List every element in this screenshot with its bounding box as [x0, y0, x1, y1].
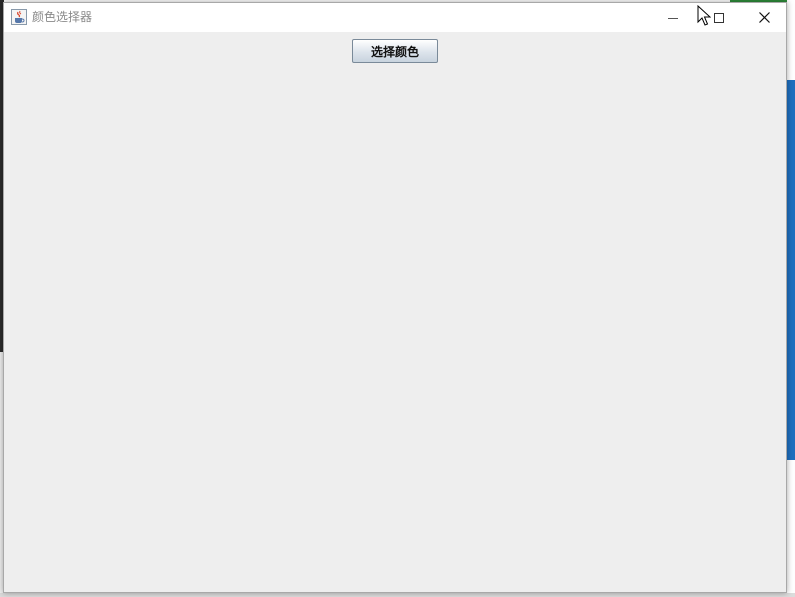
desktop-background-bottom — [0, 593, 795, 597]
close-icon — [758, 8, 770, 27]
java-cup-icon[interactable] — [11, 9, 27, 25]
minimize-icon — [668, 8, 678, 27]
desktop-background-right-accent — [787, 80, 795, 460]
choose-color-button[interactable]: 选择颜色 — [352, 39, 438, 63]
color-chooser-window: 颜色选择器 选择颜色 — [3, 2, 787, 593]
title-bar[interactable]: 颜色选择器 — [4, 3, 786, 32]
close-button[interactable] — [741, 3, 787, 32]
mouse-pointer-icon — [697, 4, 712, 27]
maximize-icon — [714, 8, 724, 27]
window-title: 颜色选择器 — [32, 10, 93, 24]
minimize-button[interactable] — [650, 3, 696, 32]
content-panel: 选择颜色 — [4, 32, 786, 592]
